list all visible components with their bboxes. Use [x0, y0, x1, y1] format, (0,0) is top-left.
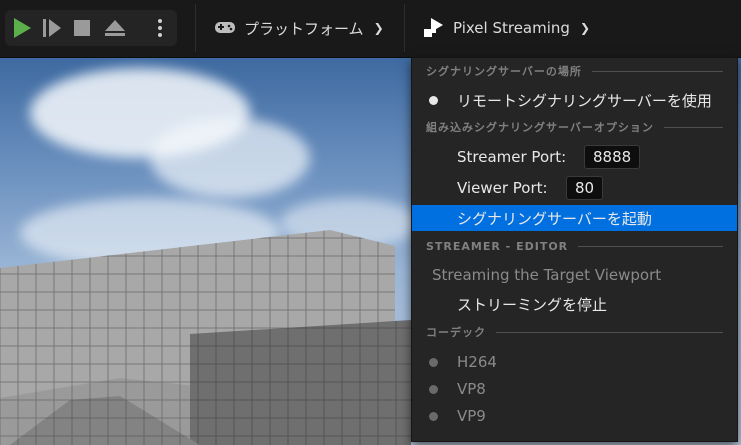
streamer-port-input[interactable]: 8888 [584, 145, 641, 169]
toolbar: プラットフォーム ❯ Pixel Streaming ❯ [0, 0, 741, 58]
codec-option-vp9[interactable]: VP9 [412, 403, 737, 429]
codec-option-h264[interactable]: H264 [412, 349, 737, 375]
section-header-embedded-options: 組み込みシグナリングサーバーオプション [426, 119, 723, 135]
radio-icon [429, 411, 438, 421]
radio-icon [429, 357, 438, 367]
section-header-signaling-location: シグナリングサーバーの場所 [426, 63, 723, 79]
launch-signaling-server-option[interactable]: シグナリングサーバーを起動 [412, 205, 737, 231]
status-label: Streaming the Target Viewport [432, 266, 662, 284]
more-options-button[interactable] [145, 10, 175, 46]
play-icon [14, 18, 31, 38]
streamer-port-label: Streamer Port: [457, 148, 567, 166]
option-label: VP8 [457, 380, 486, 398]
pixel-streaming-dropdown[interactable]: Pixel Streaming ❯ [423, 10, 590, 46]
option-label: リモートシグナリングサーバーを使用 [457, 91, 712, 110]
divider [496, 331, 723, 333]
chevron-down-icon: ❯ [373, 21, 384, 35]
advance-frame-icon [43, 19, 61, 37]
codec-option-vp8[interactable]: VP8 [412, 376, 737, 402]
section-header-codec: コーデック [426, 324, 723, 340]
stop-button[interactable] [67, 10, 97, 46]
toolbar-divider [195, 4, 196, 52]
kebab-icon [158, 19, 162, 37]
eject-icon [105, 20, 125, 36]
option-label: ストリーミングを停止 [457, 295, 608, 314]
section-label: 組み込みシグナリングサーバーオプション [426, 121, 654, 134]
radio-icon [429, 384, 438, 394]
option-label: VP9 [457, 407, 486, 425]
pixel-streaming-menu: シグナリングサーバーの場所 リモートシグナリングサーバーを使用 組み込みシグナリ… [411, 57, 738, 442]
section-label: コーデック [426, 326, 486, 339]
viewer-port-label: Viewer Port: [457, 179, 548, 197]
radio-selected-icon [429, 95, 438, 105]
option-label: シグナリングサーバーを起動 [457, 209, 652, 228]
divider [591, 70, 723, 72]
play-controls [5, 10, 177, 46]
use-remote-signaling-option[interactable]: リモートシグナリングサーバーを使用 [412, 87, 737, 113]
chevron-down-icon: ❯ [579, 21, 590, 35]
viewer-port-row: Viewer Port: 80 [412, 175, 737, 201]
divider [663, 126, 723, 128]
toolbar-divider [404, 4, 405, 52]
viewer-port-input[interactable]: 80 [566, 176, 604, 200]
divider [578, 245, 723, 247]
platform-dropdown[interactable]: プラットフォーム ❯ [214, 10, 384, 46]
play-button[interactable] [7, 10, 37, 46]
stop-streaming-option[interactable]: ストリーミングを停止 [412, 291, 737, 317]
option-label: H264 [457, 353, 497, 371]
platform-label: プラットフォーム [244, 19, 364, 38]
section-label: STREAMER - EDITOR [426, 239, 569, 253]
section-header-streamer-editor: STREAMER - EDITOR [426, 238, 723, 254]
streaming-target-viewport-status: Streaming the Target Viewport [412, 262, 737, 288]
gamepad-icon [215, 22, 235, 33]
advance-frame-button[interactable] [37, 10, 67, 46]
pixel-streaming-icon [424, 18, 443, 37]
streamer-port-row: Streamer Port: 8888 [412, 144, 737, 170]
stop-icon [74, 20, 90, 36]
section-label: シグナリングサーバーの場所 [426, 65, 582, 78]
eject-button[interactable] [100, 10, 130, 46]
pixel-streaming-label: Pixel Streaming [453, 19, 570, 37]
